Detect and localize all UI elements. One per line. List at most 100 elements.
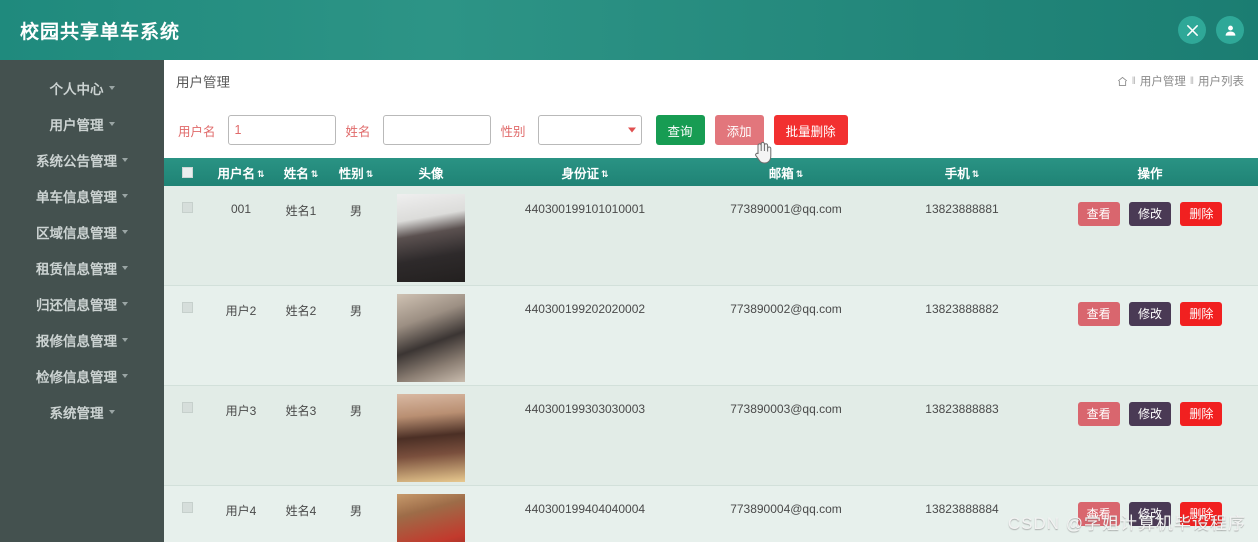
header-actions: 操作 [1042,158,1258,186]
cell-avatar [382,485,480,542]
row-select-cell[interactable] [164,285,210,386]
header-username[interactable]: 用户名 ⇅ [210,158,272,186]
gender-select-wrapper [537,115,642,145]
edit-button[interactable]: 修改 [1128,402,1171,426]
chevron-down-icon [122,194,128,198]
gender-select[interactable] [537,115,642,145]
header-email[interactable]: 邮箱 ⇅ [690,158,882,186]
delete-button[interactable]: 删除 [1180,202,1223,226]
header-avatar: 头像 [382,158,480,186]
cell-id-card: 440300199202020002 [480,285,690,386]
sidebar-item-6[interactable]: 归还信息管理 [0,286,164,322]
cell-name: 姓名3 [272,385,330,486]
sidebar-item-4[interactable]: 区域信息管理 [0,214,164,250]
sort-icon[interactable]: ⇅ [311,169,319,179]
sidebar-item-9[interactable]: 系统管理 [0,394,164,430]
table-row[interactable]: 001 姓名1 男 440300199101010001 773890001@q… [164,186,1258,286]
edit-button[interactable]: 修改 [1128,202,1171,226]
sidebar-item-3[interactable]: 单车信息管理 [0,178,164,214]
view-button[interactable]: 查看 [1077,502,1120,526]
cell-gender: 男 [330,285,382,386]
table-row[interactable]: 用户4 姓名4 男 440300199404040004 773890004@q… [164,485,1258,542]
cell-phone: 13823888883 [882,385,1042,486]
header-label: 邮箱 [768,166,794,181]
header-name[interactable]: 姓名 ⇅ [272,158,330,186]
cell-username: 001 [210,186,272,286]
chevron-down-icon [122,266,128,270]
app-header: 校园共享单车系统 [0,0,1258,60]
sidebar-item-5[interactable]: 租赁信息管理 [0,250,164,286]
row-checkbox[interactable] [181,402,193,413]
home-icon[interactable] [1117,76,1128,87]
sidebar-item-label: 用户管理 [49,118,104,133]
chevron-down-icon [122,230,128,234]
header-label: 头像 [418,166,444,181]
view-button[interactable]: 查看 [1077,402,1120,426]
sort-icon[interactable]: ⇅ [972,169,980,179]
avatar [397,394,465,482]
crumb-bar: 用户管理 ‖ 用户管理 ‖ 用户列表 [164,60,1258,102]
row-checkbox[interactable] [181,302,193,313]
sidebar-nav: 个人中心 用户管理 系统公告管理 单车信息管理 区域信息管理 租赁信息管理 归还… [0,60,164,542]
sidebar-item-2[interactable]: 系统公告管理 [0,142,164,178]
cell-email: 773890001@qq.com [690,186,882,286]
row-select-cell[interactable] [164,385,210,486]
table-row[interactable]: 用户3 姓名3 男 440300199303030003 773890003@q… [164,385,1258,486]
cell-username: 用户2 [210,285,272,386]
cell-username: 用户4 [210,485,272,542]
delete-button[interactable]: 删除 [1180,402,1223,426]
sidebar-item-label: 系统管理 [49,406,104,421]
sidebar-item-8[interactable]: 检修信息管理 [0,358,164,394]
header-label: 姓名 [283,166,309,181]
table-row[interactable]: 用户2 姓名2 男 440300199202020002 773890002@q… [164,285,1258,386]
header-phone[interactable]: 手机 ⇅ [882,158,1042,186]
sort-icon[interactable]: ⇅ [257,169,265,179]
select-all-header[interactable] [164,158,210,186]
cell-actions: 查看 修改 删除 [1042,285,1258,386]
header-id-card[interactable]: 身份证 ⇅ [480,158,690,186]
sidebar-item-1[interactable]: 用户管理 [0,106,164,142]
query-button[interactable]: 查询 [655,115,705,145]
cell-username: 用户3 [210,385,272,486]
sidebar-item-label: 租赁信息管理 [36,262,117,277]
breadcrumb-item-1[interactable]: 用户列表 [1198,73,1244,89]
view-button[interactable]: 查看 [1077,302,1120,326]
username-input[interactable] [227,115,336,145]
sort-icon[interactable]: ⇅ [366,169,374,179]
header-label: 手机 [944,166,970,181]
cell-actions: 查看 修改 删除 [1042,186,1258,286]
view-button[interactable]: 查看 [1077,202,1120,226]
cell-id-card: 440300199303030003 [480,385,690,486]
header-label: 用户名 [217,166,255,181]
header-label: 操作 [1137,166,1163,181]
sidebar-item-0[interactable]: 个人中心 [0,70,164,106]
avatar [397,194,465,282]
chevron-down-icon [108,410,115,414]
select-all-checkbox[interactable] [181,167,193,179]
row-select-cell[interactable] [164,186,210,286]
chevron-down-icon [122,158,128,162]
shuffle-icon-button[interactable] [1178,16,1206,44]
row-checkbox[interactable] [181,202,193,213]
edit-button[interactable]: 修改 [1128,302,1171,326]
user-icon-button[interactable] [1216,16,1244,44]
header-gender[interactable]: 性别 ⇅ [330,158,382,186]
edit-button[interactable]: 修改 [1128,502,1171,526]
delete-button[interactable]: 删除 [1180,502,1223,526]
cell-gender: 男 [330,485,382,542]
row-checkbox[interactable] [181,502,193,513]
sort-icon[interactable]: ⇅ [796,169,804,179]
breadcrumb-item-0[interactable]: 用户管理 [1140,73,1186,89]
sort-icon[interactable]: ⇅ [601,169,609,179]
row-select-cell[interactable] [164,485,210,542]
username-label: 用户名 [178,124,216,139]
name-input[interactable] [382,115,491,145]
batch-delete-button[interactable]: 批量删除 [773,115,848,145]
header-label: 性别 [338,166,364,181]
sidebar-item-7[interactable]: 报修信息管理 [0,322,164,358]
avatar [397,494,465,542]
delete-button[interactable]: 删除 [1180,302,1223,326]
add-button[interactable]: 添加 [714,115,764,145]
cell-email: 773890004@qq.com [690,485,882,542]
page-title: 用户管理 [176,75,230,90]
